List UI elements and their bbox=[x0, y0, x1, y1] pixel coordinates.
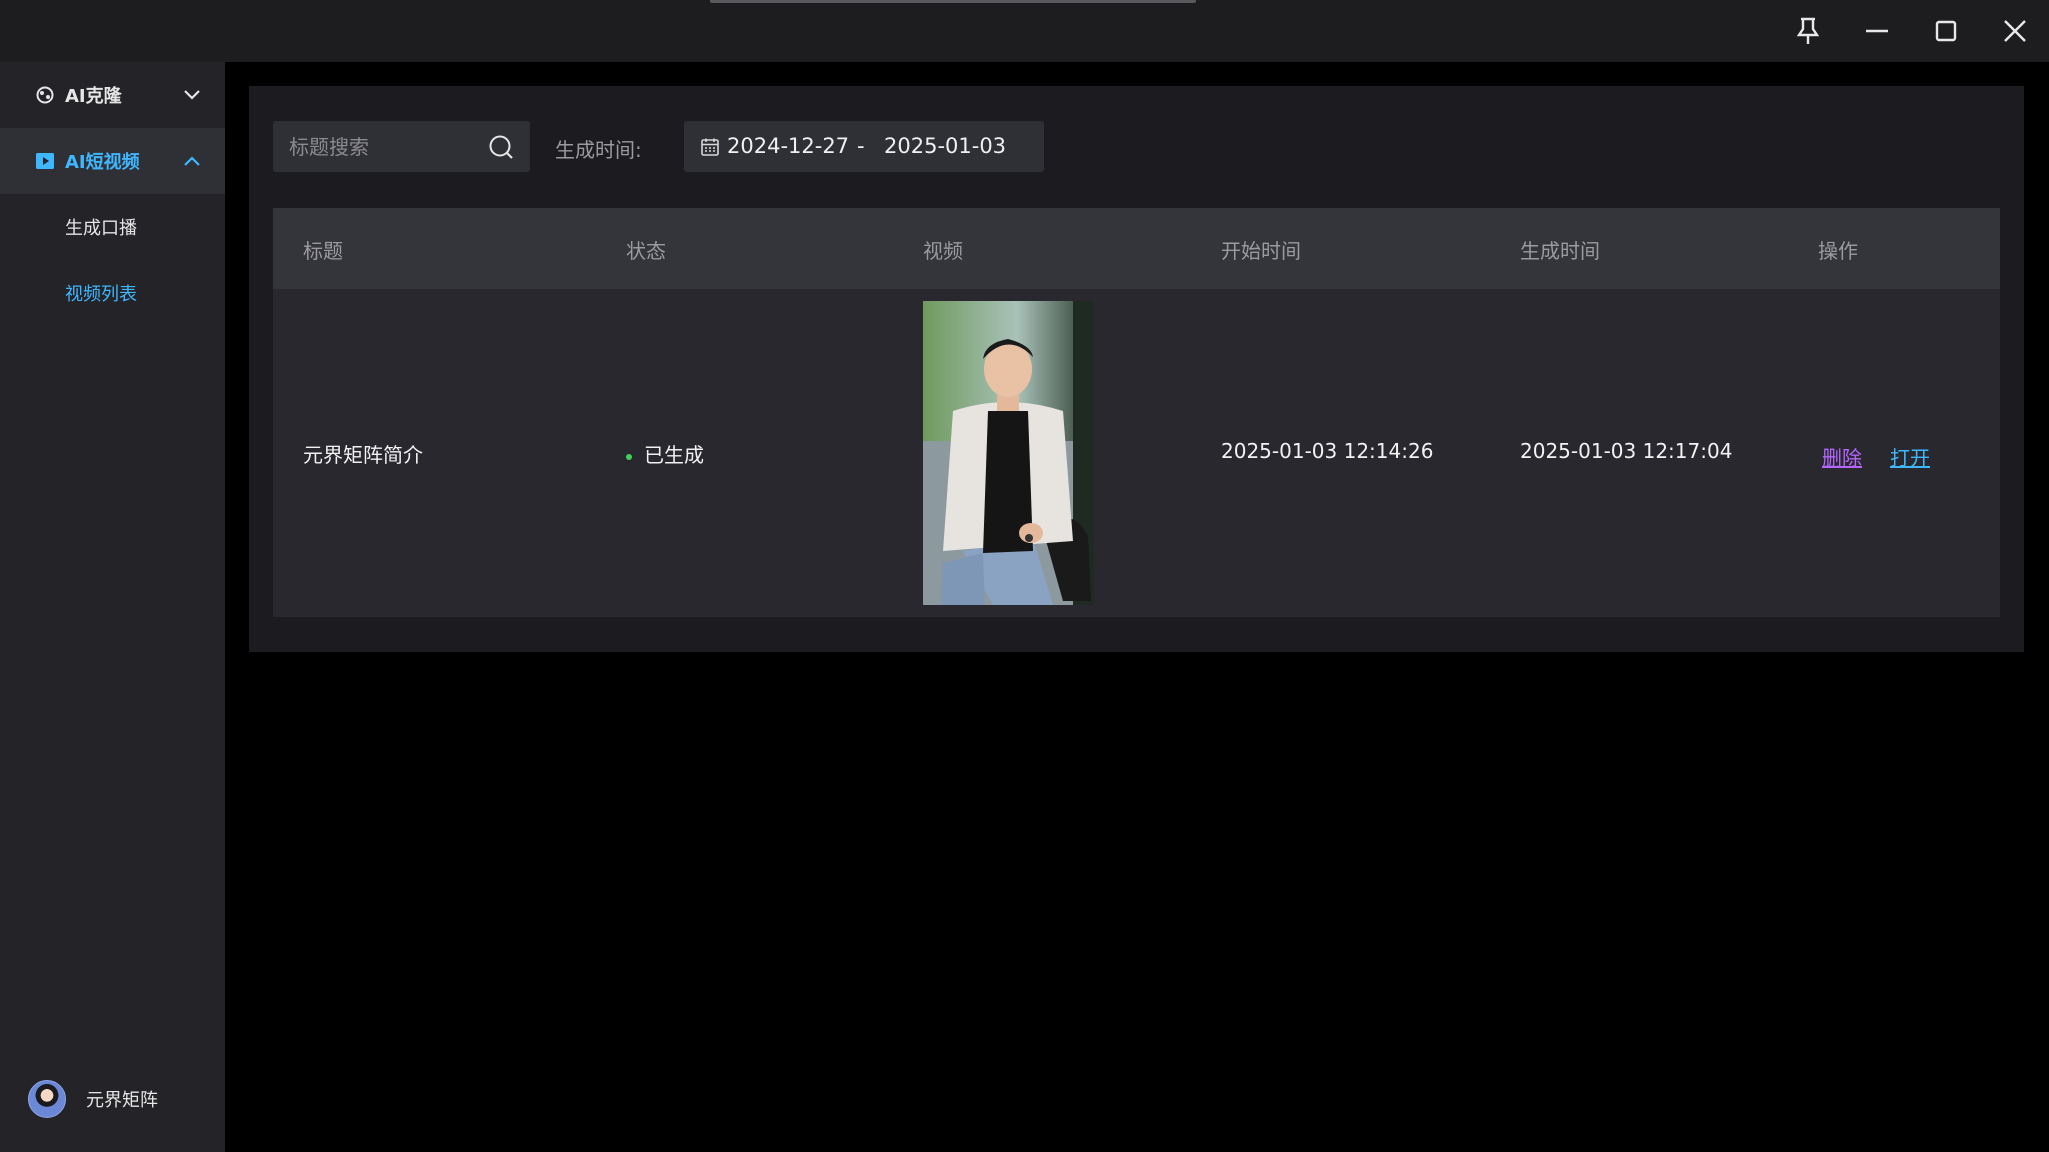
delete-link[interactable]: 删除 bbox=[1822, 442, 1862, 471]
row-title: 元界矩阵简介 bbox=[303, 443, 423, 467]
table-row: 元界矩阵简介 已生成 2025-01-03 12:14:26 2025-01-0… bbox=[273, 289, 2000, 617]
status-badge: 已生成 bbox=[626, 439, 704, 468]
date-range-picker[interactable]: 2024-12-27 - 2025-01-03 bbox=[684, 121, 1044, 172]
table-header: 标题 状态 视频 开始时间 生成时间 操作 bbox=[273, 208, 2000, 289]
video-list-panel: 生成时间: 2024-12-27 - 2025-01-03 标题 状态 视频 开… bbox=[249, 86, 2024, 652]
date-filter-label: 生成时间: bbox=[555, 138, 642, 162]
column-header-status: 状态 bbox=[626, 239, 666, 263]
sidebar-item-label: 生成口播 bbox=[65, 218, 137, 239]
drag-indicator[interactable] bbox=[710, 0, 1196, 3]
open-link[interactable]: 打开 bbox=[1890, 442, 1930, 471]
calendar-icon bbox=[701, 138, 719, 156]
menu-group-label: AI克隆 bbox=[65, 86, 122, 107]
sidebar-item-video-list[interactable]: 视频列表 bbox=[0, 260, 225, 326]
column-header-actions: 操作 bbox=[1818, 239, 1858, 263]
close-icon[interactable] bbox=[1993, 10, 2037, 52]
status-text: 已生成 bbox=[644, 443, 704, 467]
date-end[interactable]: 2025-01-03 bbox=[884, 134, 1006, 158]
search-input[interactable] bbox=[289, 121, 479, 172]
column-header-title: 标题 bbox=[303, 239, 343, 263]
column-header-generated-time: 生成时间 bbox=[1520, 239, 1600, 263]
sidebar-item-generate-broadcast[interactable]: 生成口播 bbox=[0, 194, 225, 260]
app-window: AI克隆 AI短视频 生成口播 视频列表 元界矩阵 标题搜索 生成时间: 202… bbox=[0, 0, 2049, 1152]
user-profile[interactable]: 元界矩阵 bbox=[28, 1079, 158, 1119]
title-bar[interactable] bbox=[0, 0, 2049, 62]
maximize-icon[interactable] bbox=[1924, 10, 1968, 52]
user-name: 元界矩阵 bbox=[86, 1090, 158, 1111]
search-icon[interactable] bbox=[488, 134, 514, 160]
row-start-time: 2025-01-03 12:14:26 bbox=[1221, 439, 1434, 463]
date-start[interactable]: 2024-12-27 bbox=[727, 134, 849, 158]
sidebar: AI克隆 AI短视频 生成口播 视频列表 bbox=[0, 62, 225, 1152]
search-box[interactable] bbox=[273, 121, 530, 172]
menu-group-ai-clone[interactable]: AI克隆 bbox=[0, 62, 225, 128]
chevron-down-icon bbox=[182, 85, 202, 105]
video-thumbnail[interactable] bbox=[923, 301, 1094, 605]
status-dot bbox=[626, 453, 632, 460]
row-generated-time: 2025-01-03 12:17:04 bbox=[1520, 439, 1733, 463]
pin-icon[interactable] bbox=[1786, 10, 1830, 52]
sidebar-item-label: 视频列表 bbox=[65, 284, 137, 305]
column-header-video: 视频 bbox=[923, 239, 963, 263]
chevron-up-icon bbox=[182, 151, 202, 171]
date-separator: - bbox=[857, 134, 865, 158]
clone-icon bbox=[34, 84, 56, 106]
minimize-icon[interactable] bbox=[1855, 10, 1899, 52]
video-table: 标题 状态 视频 开始时间 生成时间 操作 元界矩阵简介 已生成 2025-01… bbox=[273, 208, 2000, 617]
video-icon bbox=[34, 150, 56, 172]
menu-group-ai-short-video[interactable]: AI短视频 bbox=[0, 128, 225, 194]
column-header-start-time: 开始时间 bbox=[1221, 239, 1301, 263]
menu-group-label: AI短视频 bbox=[65, 152, 140, 173]
avatar[interactable] bbox=[28, 1080, 66, 1118]
